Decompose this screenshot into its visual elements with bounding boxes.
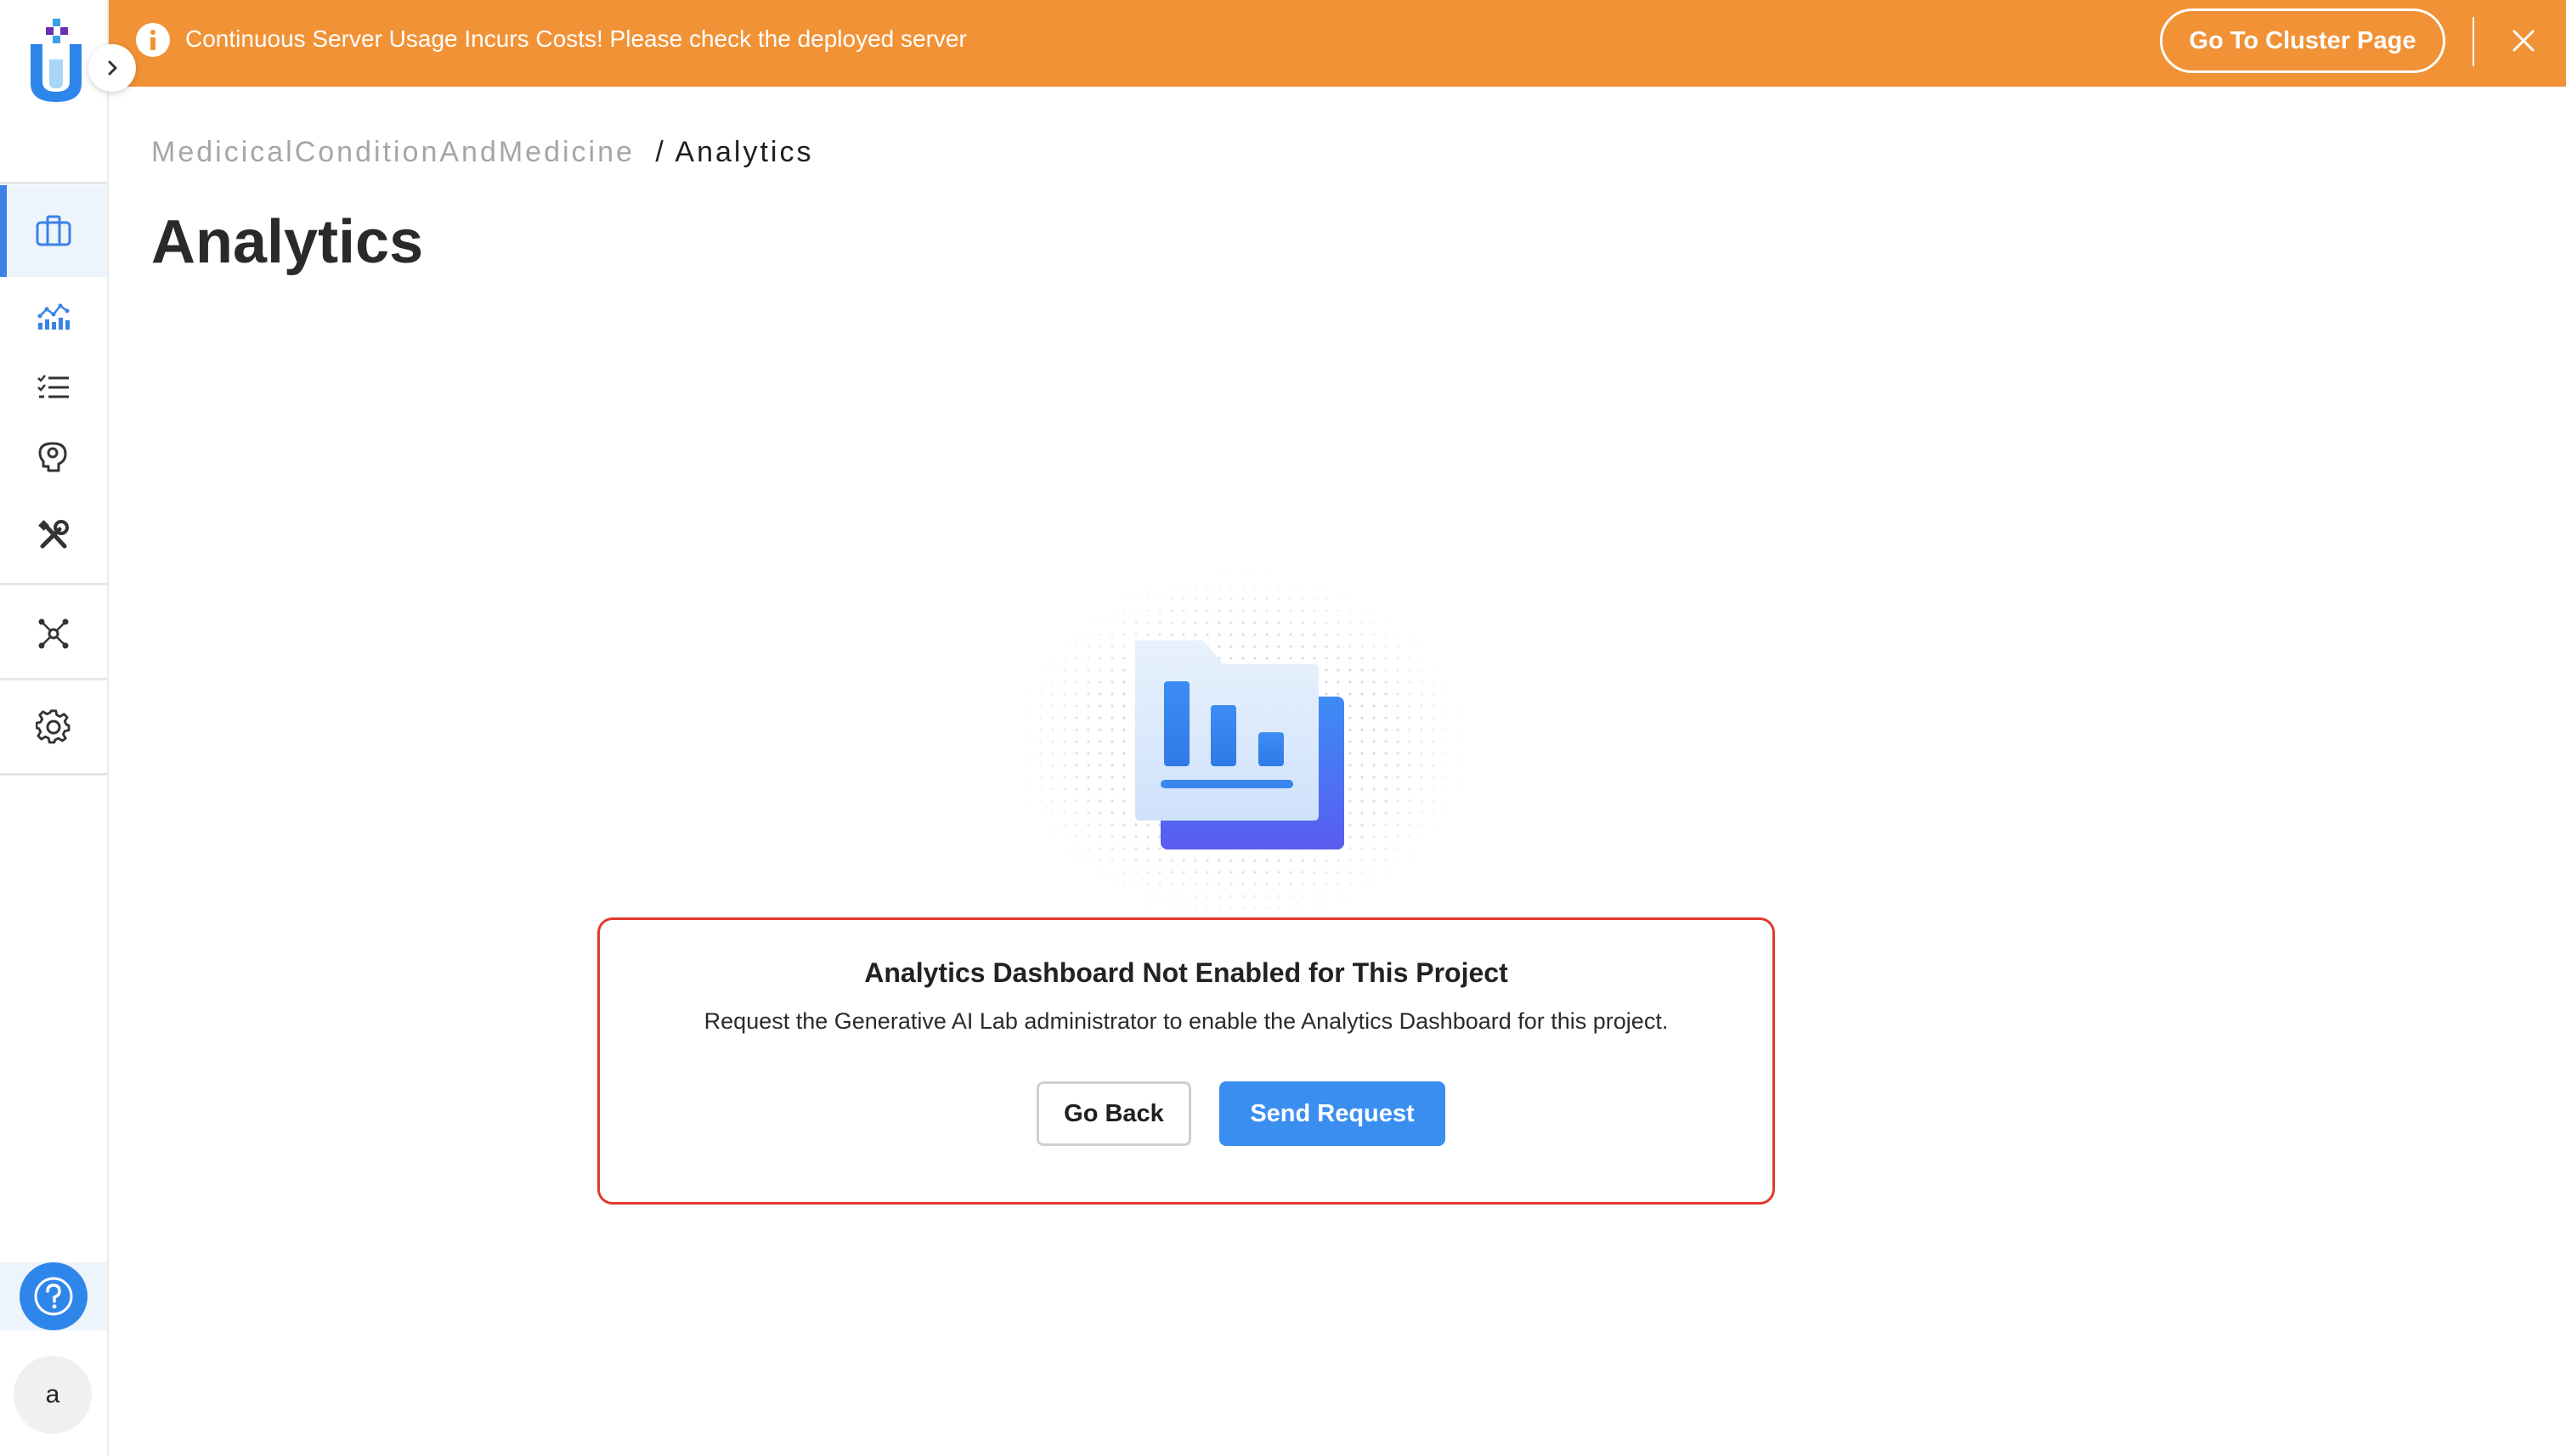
- help-icon: [34, 1277, 73, 1316]
- sidebar: a: [0, 0, 136, 1456]
- go-to-cluster-button[interactable]: Go To Cluster Page: [2160, 8, 2445, 73]
- sidebar-item-tasks[interactable]: [0, 357, 107, 418]
- sidebar-divider: [0, 773, 107, 776]
- sidebar-divider: [0, 678, 107, 680]
- banner-divider: [2473, 17, 2474, 66]
- cost-warning-banner: Continuous Server Usage Incurs Costs! Pl…: [109, 0, 2566, 87]
- analytics-disabled-notice: Analytics Dashboard Not Enabled for This…: [597, 917, 1775, 1205]
- banner-message: Continuous Server Usage Incurs Costs! Pl…: [185, 25, 967, 52]
- sidebar-divider: [0, 583, 107, 585]
- notice-description: Request the Generative AI Lab administra…: [704, 1008, 1669, 1034]
- send-request-button[interactable]: Send Request: [1219, 1081, 1445, 1146]
- sidebar-item-models[interactable]: [0, 426, 107, 488]
- sidebar-divider: [0, 182, 107, 184]
- help-area: [0, 1262, 107, 1330]
- help-button[interactable]: [20, 1262, 88, 1330]
- breadcrumb-project[interactable]: MedicicalConditionAndMedicine: [151, 136, 635, 168]
- app-logo[interactable]: [24, 17, 88, 105]
- breadcrumb-current: Analytics: [675, 136, 814, 168]
- breadcrumb-separator: /: [655, 136, 666, 168]
- breadcrumb: MedicicalConditionAndMedicine / Analytic…: [151, 136, 813, 169]
- sidebar-item-analytics[interactable]: [0, 285, 107, 347]
- tools-icon: [38, 520, 69, 549]
- sidebar-item-tools[interactable]: [0, 503, 107, 567]
- close-icon[interactable]: [2507, 24, 2541, 58]
- go-back-button[interactable]: Go Back: [1037, 1081, 1191, 1146]
- chevron-right-icon: [108, 60, 117, 76]
- network-icon: [38, 618, 69, 649]
- avatar-letter: a: [45, 1380, 60, 1408]
- gear-icon: [36, 709, 71, 744]
- sidebar-item-settings[interactable]: [0, 695, 107, 759]
- chart-icon: [37, 303, 70, 330]
- briefcase-icon: [36, 215, 71, 246]
- sidebar-item-integrations[interactable]: [0, 603, 107, 664]
- brain-icon: [38, 442, 67, 472]
- info-icon: [136, 23, 170, 57]
- checklist-icon: [37, 375, 69, 398]
- sidebar-item-projects[interactable]: [0, 185, 107, 277]
- page-title: Analytics: [151, 208, 424, 276]
- notice-title: Analytics Dashboard Not Enabled for This…: [864, 957, 1508, 988]
- avatar[interactable]: a: [14, 1356, 92, 1434]
- analytics-folder-illustration: [1003, 561, 1478, 934]
- sidebar-expand-button[interactable]: [88, 44, 136, 92]
